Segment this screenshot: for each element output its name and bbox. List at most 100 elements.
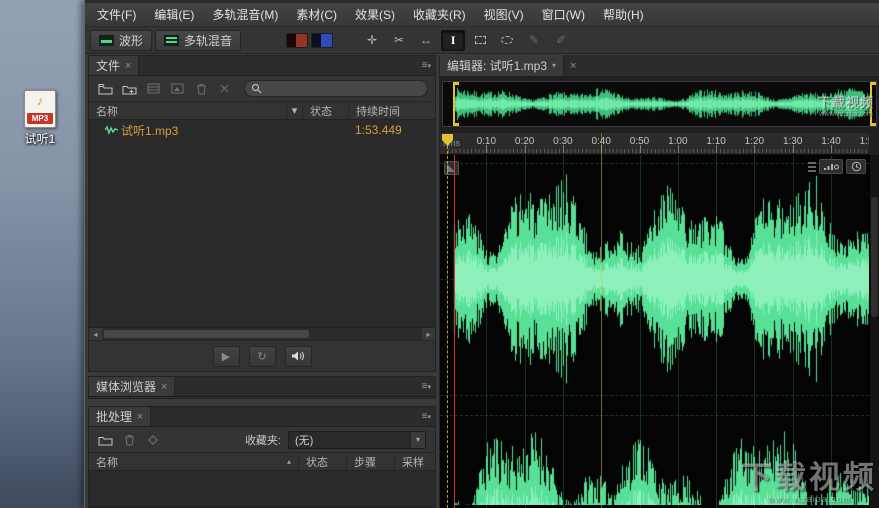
ruler-tick-mark [754,145,756,153]
move-icon: ✛ [367,33,378,47]
trash-button[interactable] [190,79,212,98]
tab-editor[interactable]: 编辑器: 试听1.mp3 ▾ [440,55,565,76]
scroll-track[interactable] [102,328,422,340]
menu-item[interactable]: 文件(F) [88,3,145,26]
overview-strip[interactable] [442,81,877,127]
spectral-frequency-toggle[interactable] [286,32,309,48]
tab-files-label: 文件 [96,59,121,73]
time-selection-tool-button[interactable]: I [441,29,466,51]
multitrack-icon [164,34,180,46]
tab-dropdown-caret-icon[interactable]: ▾ [552,61,556,70]
files-toolbar [89,76,435,102]
waveform-icon [99,34,114,46]
column-filter-icon[interactable]: ▾ [287,102,303,119]
waveform-display[interactable] [440,155,869,508]
favorites-label: 收藏夹: [244,434,281,447]
overview-range-handle-left[interactable] [453,82,459,126]
column-sample[interactable]: 采样 [395,453,435,470]
show-in-media-browser-button[interactable] [166,79,188,98]
menu-item[interactable]: 素材(C) [287,3,346,26]
tab-batch[interactable]: 批处理 × [89,407,152,426]
amplitude-scale-toggle[interactable] [819,159,843,174]
search-input[interactable] [266,82,421,95]
tab-close-icon[interactable]: × [137,411,143,423]
play-button[interactable]: ▶ [212,345,240,367]
ruler-tick-mark [716,145,718,153]
razor-tool-button[interactable]: ✂ [387,30,411,51]
tab-close-icon[interactable]: × [125,60,131,72]
menu-item[interactable]: 多轨混音(M) [203,3,287,26]
spectral-pitch-toggle[interactable] [311,32,334,48]
overview-range-handle-right[interactable] [870,82,876,126]
files-column-headers: 名称 ▾ 状态 持续时间 [89,102,435,120]
marquee-tool-button[interactable] [468,30,492,51]
grip-handle[interactable] [808,161,816,172]
batch-column-headers: 名称 ▴ 状态 步骤 采样 [89,453,435,471]
slip-tool-button[interactable]: ↔ [414,30,438,51]
time-display-toggle[interactable] [846,159,866,174]
desktop-file-shortcut[interactable]: ♪ MP3 试听1 [8,90,72,147]
playhead-line [447,146,448,508]
clear-button[interactable] [214,79,236,98]
menu-item[interactable]: 编辑(E) [145,3,203,26]
lasso-tool-button[interactable] [495,30,519,51]
panel-menu-icon[interactable]: ≡▾ [422,411,431,422]
scroll-right-icon[interactable]: ▸ [422,328,435,340]
scroll-left-icon[interactable]: ◂ [89,328,102,340]
editor-vertical-scrollbar[interactable] [869,155,879,508]
tab-media-browser[interactable]: 媒体浏览器 × [89,377,176,396]
batch-process-panel: 批处理 × ≡▾ 收藏夹: (无) ▾ 名称 ▴ 状态 步骤 采样 [88,406,436,508]
current-time-indicator [601,133,602,508]
insert-into-multitrack-button[interactable] [142,79,164,98]
menu-item[interactable]: 窗口(W) [533,3,594,26]
menu-item[interactable]: 效果(S) [346,3,404,26]
multitrack-mode-label: 多轨混音 [184,33,233,48]
trash-button[interactable] [118,430,140,449]
tab-editor-label: 编辑器: 试听1.mp3 [447,59,548,73]
loop-playback-button[interactable]: ↻ [248,345,276,367]
time-ruler[interactable]: hms 0:10 0:20 0:30 0:40 0:50 1:00 1:10 1:20 1:30… [440,133,869,155]
favorites-dropdown[interactable]: (无) ▾ [288,430,426,449]
scroll-thumb[interactable] [871,197,878,317]
column-name[interactable]: 名称 [89,102,287,119]
auto-play-button[interactable] [284,345,312,367]
column-name[interactable]: 名称 ▴ [89,453,299,470]
menu-item[interactable]: 收藏夹(R) [404,3,475,26]
move-tool-button[interactable]: ✛ [360,30,384,51]
files-horizontal-scrollbar[interactable]: ◂ ▸ [89,327,435,340]
tab-files[interactable]: 文件 × [89,56,140,75]
search-box[interactable] [244,80,428,97]
column-duration[interactable]: 持续时间 [349,102,435,119]
razor-icon: ✂ [394,33,405,47]
column-status[interactable]: 状态 [299,453,347,470]
column-steps[interactable]: 步骤 [347,453,395,470]
run-batch-button[interactable] [142,430,164,449]
mp3-badge: MP3 [27,113,53,124]
file-duration: 1:53.449 [355,123,402,137]
menu-item[interactable]: 视图(V) [475,3,533,26]
dropdown-caret-icon[interactable]: ▾ [410,431,425,448]
panel-menu-icon[interactable]: ≡▾ [422,60,431,71]
file-row[interactable]: 试听1.mp3 1:53.449 [89,120,435,140]
sort-asc-icon: ▴ [286,457,291,466]
tab-close-icon[interactable]: × [570,60,576,72]
waveform-channel-left[interactable] [440,163,869,395]
waveform-channel-right[interactable] [440,415,869,505]
column-status[interactable]: 状态 [303,102,349,119]
scroll-thumb[interactable] [104,330,309,338]
batch-list [89,471,435,507]
menu-item[interactable]: 帮助(H) [594,3,653,26]
ruler-minor-ticks [448,149,869,153]
import-file-button[interactable] [118,79,140,98]
multitrack-mode-button[interactable]: 多轨混音 [155,29,242,51]
tab-close-icon[interactable]: × [161,381,167,393]
waveform-mode-button[interactable]: 波形 [90,29,153,51]
pencil-tool-button[interactable]: ✎ [522,30,546,51]
open-file-button[interactable] [94,79,116,98]
panel-menu-icon[interactable]: ≡▾ [422,381,431,392]
toolbar: 波形 多轨混音 ✛ ✂ ↔ I ✎ ✐ [85,27,879,54]
file-name[interactable]: 试听1.mp3 [121,122,287,139]
brush-tool-button[interactable]: ✐ [549,30,573,51]
open-favorites-button[interactable] [94,430,116,449]
audio-file-icon [105,125,121,135]
